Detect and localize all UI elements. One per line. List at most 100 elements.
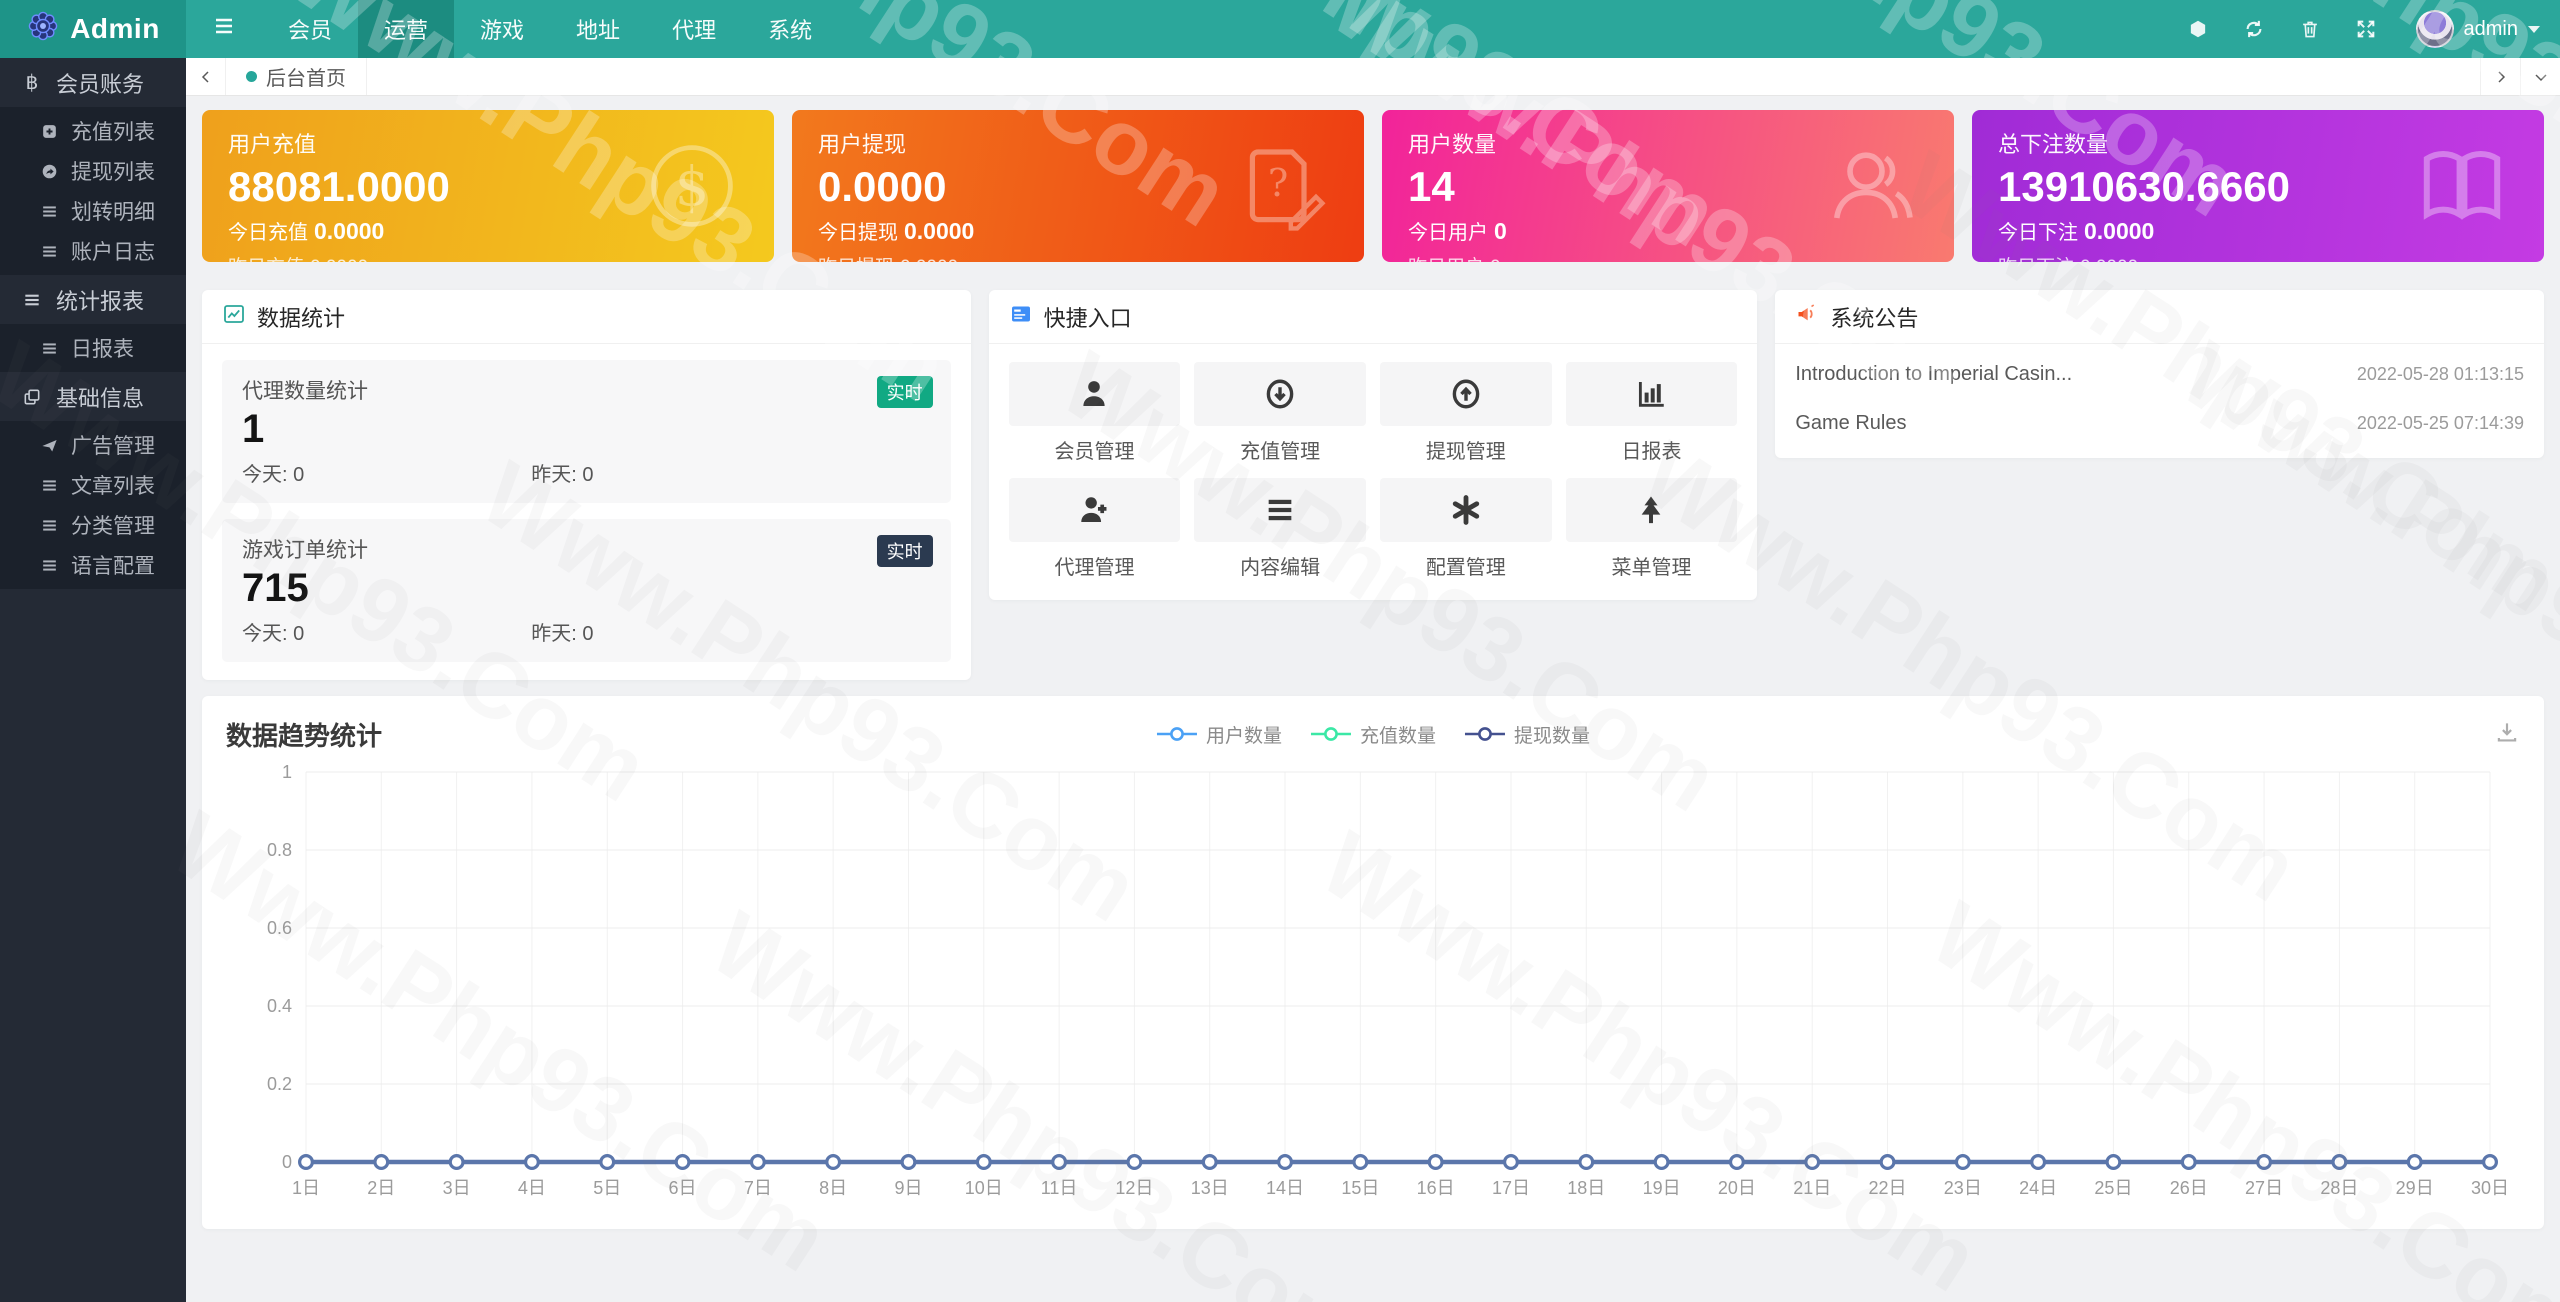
top-menu-item-6[interactable]: 系统 (742, 0, 838, 58)
sidebar-item-1-1[interactable]: 充值列表 (0, 111, 186, 151)
hamburger-icon (212, 14, 236, 38)
ad-plane-icon (40, 436, 59, 455)
plus-square-icon (40, 122, 59, 141)
stat-sub-yesterday: 昨天: 0 (531, 458, 930, 487)
quick-entry-label: 日报表 (1566, 435, 1738, 464)
stat-card-yesterday: 昨日下注0.0000 (1998, 252, 2518, 262)
list-icon (22, 290, 42, 310)
sidebar-item-1-3[interactable]: 划转明细 (0, 191, 186, 231)
top-menu-item-4[interactable]: 地址 (550, 0, 646, 58)
tabs-scroll-left-button[interactable] (186, 58, 226, 95)
svg-text:14日: 14日 (1266, 1178, 1304, 1198)
quick-entry-6[interactable]: 内容编辑 (1194, 478, 1366, 580)
quick-entry-5[interactable]: 代理管理 (1009, 478, 1181, 580)
svg-text:11日: 11日 (1041, 1178, 1078, 1198)
announcement-row-2[interactable]: Game Rules2022-05-25 07:14:39 (1775, 399, 2544, 448)
megaphone-icon (1795, 302, 1819, 332)
top-menu-item-2[interactable]: 运营 (358, 0, 454, 58)
svg-text:1: 1 (282, 762, 292, 782)
quick-entry-label: 内容编辑 (1194, 551, 1366, 580)
sidebar-section-3[interactable]: 基础信息 (0, 372, 186, 421)
sidebar-toggle-button[interactable] (186, 0, 262, 58)
svg-text:0.2: 0.2 (267, 1074, 292, 1094)
tab-dashboard[interactable]: 后台首页 (226, 58, 367, 95)
svg-text:12日: 12日 (1115, 1178, 1153, 1198)
announcement-row-1[interactable]: Introduction to Imperial Casin...2022-05… (1775, 350, 2544, 399)
stat-sub-title: 代理数量统计 (242, 375, 931, 405)
chart-legend: 用户数量 充值数量 提现数量 (1156, 721, 1590, 748)
baht-icon: ฿ (22, 73, 42, 93)
menu-lines-icon (1263, 493, 1297, 527)
hexagon-button[interactable] (2170, 0, 2226, 58)
top-menu-item-1[interactable]: 会员 (262, 0, 358, 58)
announcement-title: Game Rules (1795, 412, 1906, 435)
sidebar-item-1-4[interactable]: 账户日志 (0, 231, 186, 271)
legend-item-3[interactable]: 提现数量 (1464, 721, 1590, 748)
svg-text:0.6: 0.6 (267, 918, 292, 938)
top-navbar: Admin 会员运营游戏地址代理系统 admin (0, 0, 2560, 58)
sidebar-section-2[interactable]: 统计报表 (0, 275, 186, 324)
user-menu[interactable]: admin (2402, 10, 2540, 48)
svg-text:2日: 2日 (367, 1178, 395, 1198)
svg-text:28日: 28日 (2320, 1178, 2358, 1198)
svg-text:0.4: 0.4 (267, 996, 292, 1016)
legend-marker-icon (1310, 726, 1352, 742)
svg-text:?: ? (1268, 161, 1288, 205)
sidebar-item-3-3[interactable]: 分类管理 (0, 505, 186, 545)
navbar-actions: admin (2170, 0, 2560, 58)
sidebar-item-1-2[interactable]: 提现列表 (0, 151, 186, 191)
quick-entry-4[interactable]: 日报表 (1566, 362, 1738, 464)
tabs-menu-button[interactable] (2520, 58, 2560, 95)
logo-gear-icon (26, 9, 60, 50)
stat-sub-value: 1 (242, 407, 931, 452)
stat-card-1: 用户充值88081.0000今日充值0.0000昨日充值0.0000$ (202, 110, 774, 262)
quick-entry-label: 会员管理 (1009, 435, 1181, 464)
svg-text:25日: 25日 (2094, 1178, 2132, 1198)
sidebar-item-3-2[interactable]: 文章列表 (0, 465, 186, 505)
download-icon[interactable] (2494, 719, 2520, 750)
realtime-badge: 实时 (877, 376, 933, 408)
top-menu-item-3[interactable]: 游戏 (454, 0, 550, 58)
tabs-scroll-right-button[interactable] (2480, 58, 2520, 95)
quick-entry-2[interactable]: 充值管理 (1194, 362, 1366, 464)
users-icon (1824, 138, 1920, 234)
quick-entry-label: 充值管理 (1194, 435, 1366, 464)
svg-text:21日: 21日 (1793, 1178, 1831, 1198)
stat-sub-today: 今天: 0 (242, 458, 304, 487)
quick-entry-1[interactable]: 会员管理 (1009, 362, 1181, 464)
svg-text:1日: 1日 (292, 1178, 320, 1198)
sidebar-item-3-1[interactable]: 广告管理 (0, 425, 186, 465)
refresh-button[interactable] (2226, 0, 2282, 58)
quick-entry-7[interactable]: 配置管理 (1380, 478, 1552, 580)
stat-card-yesterday: 昨日充值0.0000 (228, 252, 748, 262)
svg-text:0.8: 0.8 (267, 840, 292, 860)
username: admin (2464, 18, 2518, 41)
dollar-circle-icon: $ (644, 138, 740, 234)
trash-button[interactable] (2282, 0, 2338, 58)
trend-chart-card: 数据趋势统计 用户数量充值数量提现数量 00.20.40.60.811日2日3日… (202, 696, 2544, 1229)
card-icon (1009, 302, 1033, 332)
quick-entry-8[interactable]: 菜单管理 (1566, 478, 1738, 580)
svg-text:16日: 16日 (1417, 1178, 1455, 1198)
stat-card-3: 用户数量14今日用户0昨日用户0 (1382, 110, 1954, 262)
active-tab-dot-icon (246, 71, 257, 82)
logo-text: Admin (70, 13, 160, 45)
sidebar-section-1[interactable]: ฿会员账务 (0, 58, 186, 107)
asterisk-icon (1449, 493, 1483, 527)
stat-cards-row: 用户充值88081.0000今日充值0.0000昨日充值0.0000$用户提现0… (202, 110, 2544, 262)
quick-entry-label: 菜单管理 (1566, 551, 1738, 580)
quick-entry-header: 快捷入口 (989, 290, 1758, 344)
stat-card-yesterday: 昨日用户0 (1408, 252, 1928, 262)
bar-chart-icon (1634, 377, 1668, 411)
app-logo[interactable]: Admin (0, 0, 186, 58)
top-menu-item-5[interactable]: 代理 (646, 0, 742, 58)
list-icon (40, 476, 59, 495)
person-plus-icon (1077, 493, 1111, 527)
sidebar-item-3-4[interactable]: 语言配置 (0, 545, 186, 585)
sidebar-item-2-1[interactable]: 日报表 (0, 328, 186, 368)
stat-card-yesterday: 昨日提现0.0000 (818, 252, 1338, 262)
legend-item-2[interactable]: 充值数量 (1310, 721, 1436, 748)
fullscreen-button[interactable] (2338, 0, 2394, 58)
quick-entry-3[interactable]: 提现管理 (1380, 362, 1552, 464)
legend-item-1[interactable]: 用户数量 (1156, 721, 1282, 748)
